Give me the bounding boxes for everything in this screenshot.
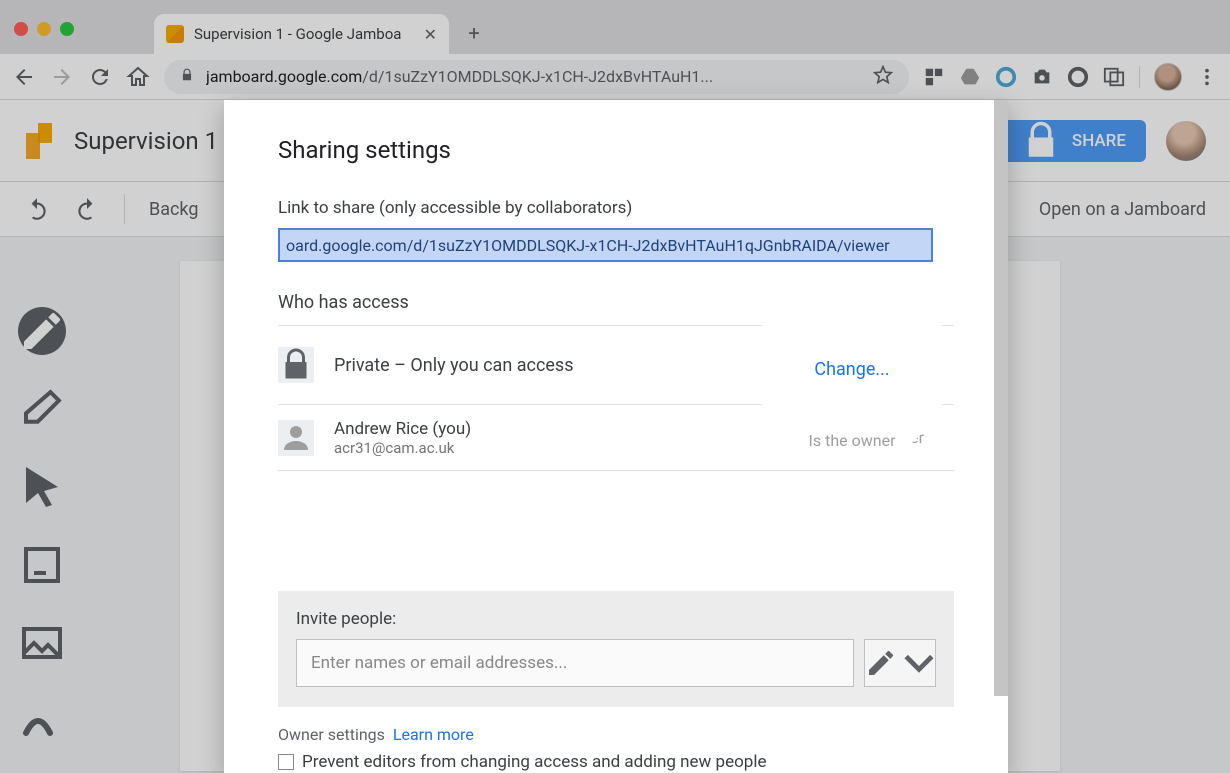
browser-tab[interactable]: Supervision 1 - Google Jamboa ✕ <box>154 14 449 54</box>
address-bar: jamboard.google.com/d/1suZzY1OMDDLSQKJ-x… <box>0 54 1230 100</box>
invite-section: Invite people: Enter names or email addr… <box>278 591 954 707</box>
open-jamboard-button[interactable]: Open on a Jamboard <box>1039 199 1206 220</box>
url-input[interactable]: jamboard.google.com/d/1suZzY1OMDDLSQKJ-x… <box>164 60 909 94</box>
user-avatar[interactable] <box>1166 121 1206 161</box>
chevron-down-icon <box>903 640 935 686</box>
extension-icons <box>923 63 1218 91</box>
ext-icon-5[interactable] <box>1067 66 1089 88</box>
toolbar-divider <box>124 194 125 224</box>
camera-icon[interactable] <box>1031 66 1053 88</box>
owner-settings-label: Owner settings <box>278 725 385 744</box>
forward-button[interactable] <box>50 65 74 89</box>
share-button[interactable]: SHARE <box>1000 120 1146 162</box>
lock-icon <box>278 347 314 383</box>
share-link-value: oard.google.com/d/1suZzY1OMDDLSQKJ-x1CH-… <box>286 236 890 255</box>
share-link-input[interactable]: oard.google.com/d/1suZzY1OMDDLSQKJ-x1CH-… <box>278 228 933 262</box>
home-button[interactable] <box>126 65 150 89</box>
invite-input[interactable]: Enter names or email addresses... <box>296 639 854 687</box>
star-icon[interactable] <box>873 65 893 89</box>
lock-icon <box>1020 120 1062 162</box>
access-description: Private – Only you can access <box>334 355 819 376</box>
link-label: Link to share (only accessible by collab… <box>278 198 954 218</box>
ext-icon-1[interactable] <box>923 66 945 88</box>
window-controls <box>14 22 74 36</box>
modal-scrollbar[interactable] <box>994 100 1008 696</box>
change-access-link-highlight[interactable]: Change... <box>814 359 889 380</box>
invite-placeholder: Enter names or email addresses... <box>311 653 567 673</box>
prevent-editors-checkbox[interactable] <box>278 754 294 770</box>
background-button[interactable]: Backg <box>149 199 198 220</box>
url-text: jamboard.google.com/d/1suZzY1OMDDLSQKJ-x… <box>206 67 861 86</box>
share-label: SHARE <box>1072 131 1126 151</box>
owner-name: Andrew Rice (you) <box>334 419 837 439</box>
highlight-spotlight: Change... Is the owner <box>754 267 950 463</box>
tab-strip: Supervision 1 - Google Jamboa ✕ + <box>0 0 1230 54</box>
learn-more-link[interactable]: Learn more <box>393 725 474 744</box>
reload-button[interactable] <box>88 65 112 89</box>
sticky-note-tool[interactable] <box>18 541 66 589</box>
new-tab-button[interactable]: + <box>459 18 489 48</box>
menu-icon[interactable] <box>1196 66 1218 88</box>
image-tool[interactable] <box>18 619 66 667</box>
minimize-window-icon[interactable] <box>37 22 51 36</box>
translate-icon[interactable] <box>1103 66 1125 88</box>
permission-dropdown[interactable] <box>864 639 936 687</box>
jamboard-favicon <box>166 25 184 43</box>
laser-tool[interactable] <box>18 697 66 745</box>
profile-avatar[interactable] <box>1154 63 1182 91</box>
prevent-editors-label: Prevent editors from changing access and… <box>302 752 767 772</box>
undo-button[interactable] <box>24 196 50 222</box>
jamboard-logo <box>24 123 54 159</box>
select-tool[interactable] <box>18 463 66 511</box>
owner-settings: Owner settings Learn more <box>278 725 954 744</box>
prevent-editors-row[interactable]: Prevent editors from changing access and… <box>278 752 954 772</box>
close-window-icon[interactable] <box>14 22 28 36</box>
modal-title: Sharing settings <box>278 136 954 164</box>
pen-tool[interactable] <box>18 307 66 355</box>
invite-label: Invite people: <box>296 609 936 629</box>
back-button[interactable] <box>12 65 36 89</box>
side-toolbar <box>12 307 72 745</box>
owner-email: acr31@cam.ac.uk <box>334 439 837 457</box>
owner-role-highlight: Is the owner <box>809 431 896 450</box>
ext-icon-3[interactable] <box>995 66 1017 88</box>
close-tab-icon[interactable]: ✕ <box>424 25 437 44</box>
redo-button[interactable] <box>74 196 100 222</box>
person-icon <box>278 420 314 456</box>
maximize-window-icon[interactable] <box>60 22 74 36</box>
lock-icon <box>180 67 194 86</box>
eraser-tool[interactable] <box>18 385 66 433</box>
pencil-icon <box>865 640 897 686</box>
owner-info: Andrew Rice (you) acr31@cam.ac.uk <box>334 419 837 457</box>
toolbar-divider <box>1139 66 1140 88</box>
drive-icon[interactable] <box>959 66 981 88</box>
tab-title: Supervision 1 - Google Jamboa <box>194 25 414 43</box>
